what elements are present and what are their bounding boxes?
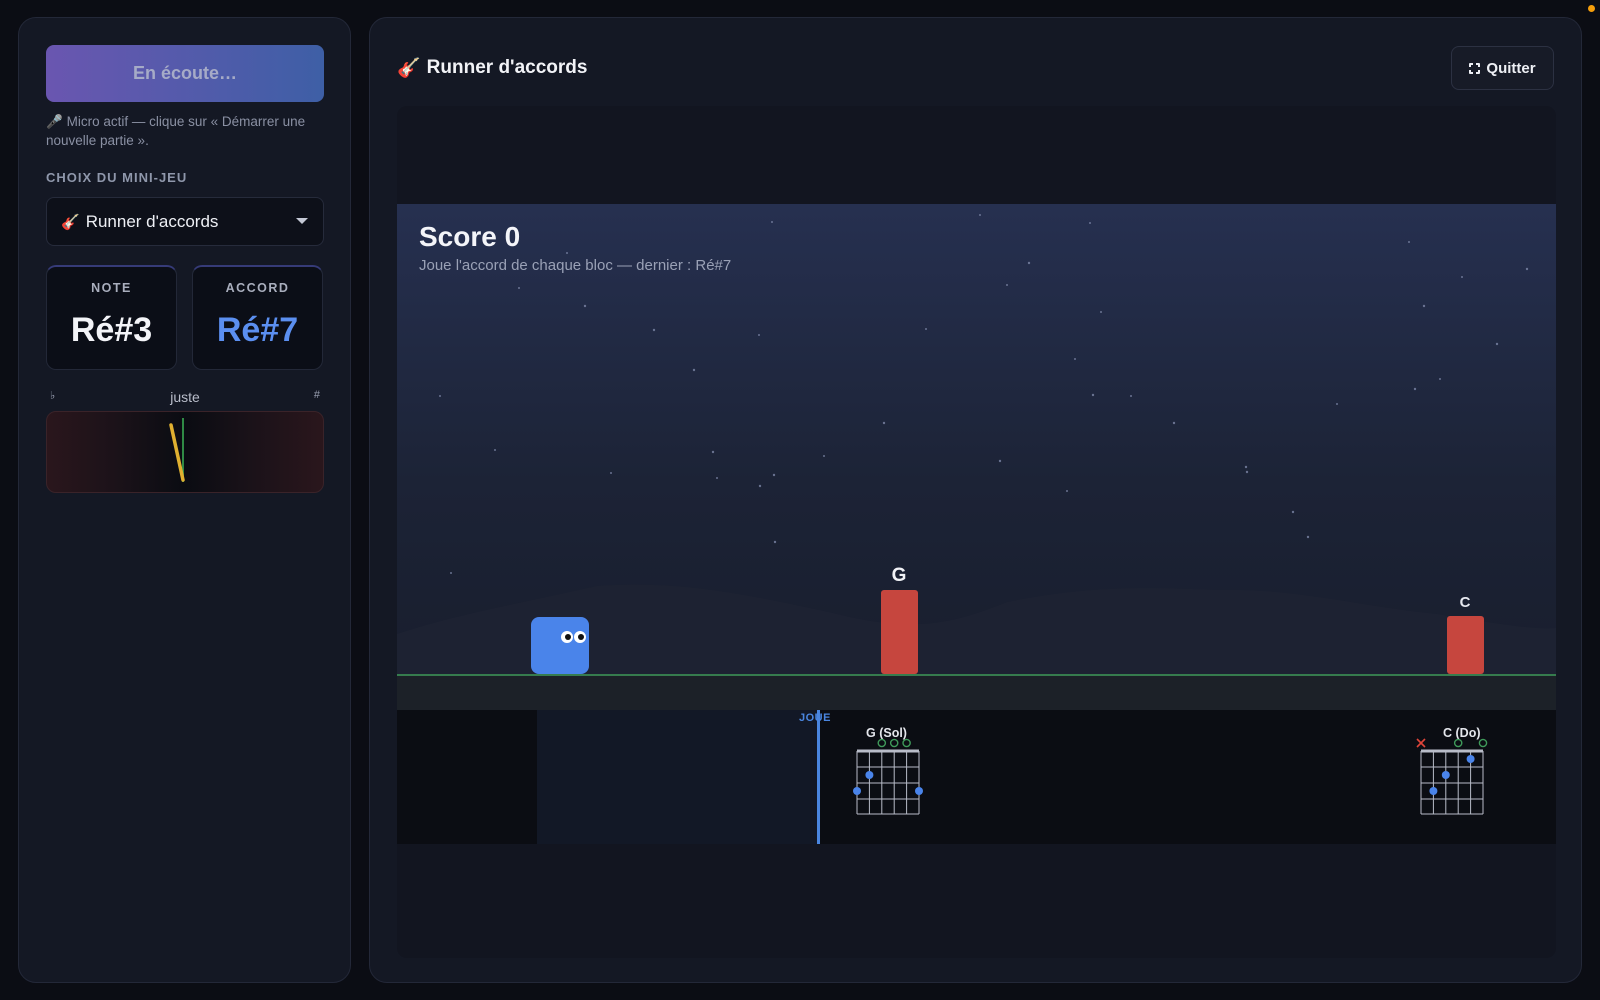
minigame-select-value: Runner d'accords	[85, 211, 219, 231]
note-card: NOTE Ré#3	[46, 265, 177, 370]
quit-button-label: Quitter	[1486, 59, 1536, 77]
chord-block-c	[1447, 616, 1484, 674]
score-display: Score 0	[419, 221, 521, 252]
chord-block-label: G	[892, 565, 907, 586]
chord-diagram-c	[1416, 738, 1488, 815]
play-window: JOUE	[537, 710, 830, 844]
ground	[397, 674, 1556, 710]
note-card-label: NOTE	[91, 281, 132, 295]
play-label: JOUE	[799, 712, 831, 724]
chord-diagram-g	[853, 738, 923, 815]
minigame-select[interactable]: 🎸 Runner d'accords	[46, 197, 324, 246]
tuner-needle	[169, 423, 185, 482]
tuner-scale: juste ♭ #	[46, 389, 324, 407]
tuner-meter	[46, 411, 324, 493]
chord-block-label: C	[1460, 594, 1471, 611]
chord-card-label: ACCORD	[225, 281, 290, 295]
player-character	[531, 617, 589, 674]
tuner-center-label: juste	[170, 389, 200, 405]
page-title-text: Runner d'accords	[426, 57, 588, 78]
game-hint: Joue l'accord de chaque bloc — dernier :…	[419, 257, 732, 274]
note-card-value: Ré#3	[70, 311, 153, 349]
fullscreen-exit-icon	[1468, 61, 1482, 75]
muted-string-icon	[1416, 738, 1426, 748]
guitar-icon: 🎸	[61, 213, 80, 231]
page-title: 🎸 Runner d'accords	[397, 56, 587, 80]
listen-button[interactable]: En écoute…	[46, 45, 324, 102]
chord-block-g	[881, 590, 918, 674]
tuner-flat-label: ♭	[50, 390, 56, 402]
tuner-sharp-label: #	[313, 389, 320, 401]
game-canvas[interactable]: G C Score 0 Joue l'accord de chaque bloc…	[397, 204, 1556, 710]
guitar-icon: 🎸	[397, 58, 421, 79]
chord-card: ACCORD Ré#7	[192, 265, 323, 370]
sidebar: En écoute… 🎤 Micro actif — clique sur « …	[18, 17, 351, 983]
chord-card-value: Ré#7	[216, 311, 299, 349]
mic-hint-text: Micro actif — clique sur « Démarrer une …	[46, 114, 306, 148]
chord-track: JOUE G (Sol) C (Do)	[397, 710, 1556, 844]
play-line	[817, 710, 820, 844]
game-panel: 🎸 Runner d'accords Quitter G C Score 0 J…	[369, 17, 1582, 983]
tuner-needle-graphic	[169, 418, 185, 482]
game-stage: G C Score 0 Joue l'accord de chaque bloc…	[397, 106, 1556, 958]
mic-hint: 🎤 Micro actif — clique sur « Démarrer un…	[46, 112, 323, 150]
minigame-section-label: CHOIX DU MINI-JEU	[46, 170, 188, 185]
chevron-down-icon	[296, 218, 308, 224]
mic-icon: 🎤	[46, 114, 63, 129]
readout-cards: NOTE Ré#3 ACCORD Ré#7	[46, 265, 323, 370]
notification-dot	[1588, 5, 1595, 12]
quit-button[interactable]: Quitter	[1451, 46, 1554, 90]
game-scene: G C	[397, 214, 1556, 710]
